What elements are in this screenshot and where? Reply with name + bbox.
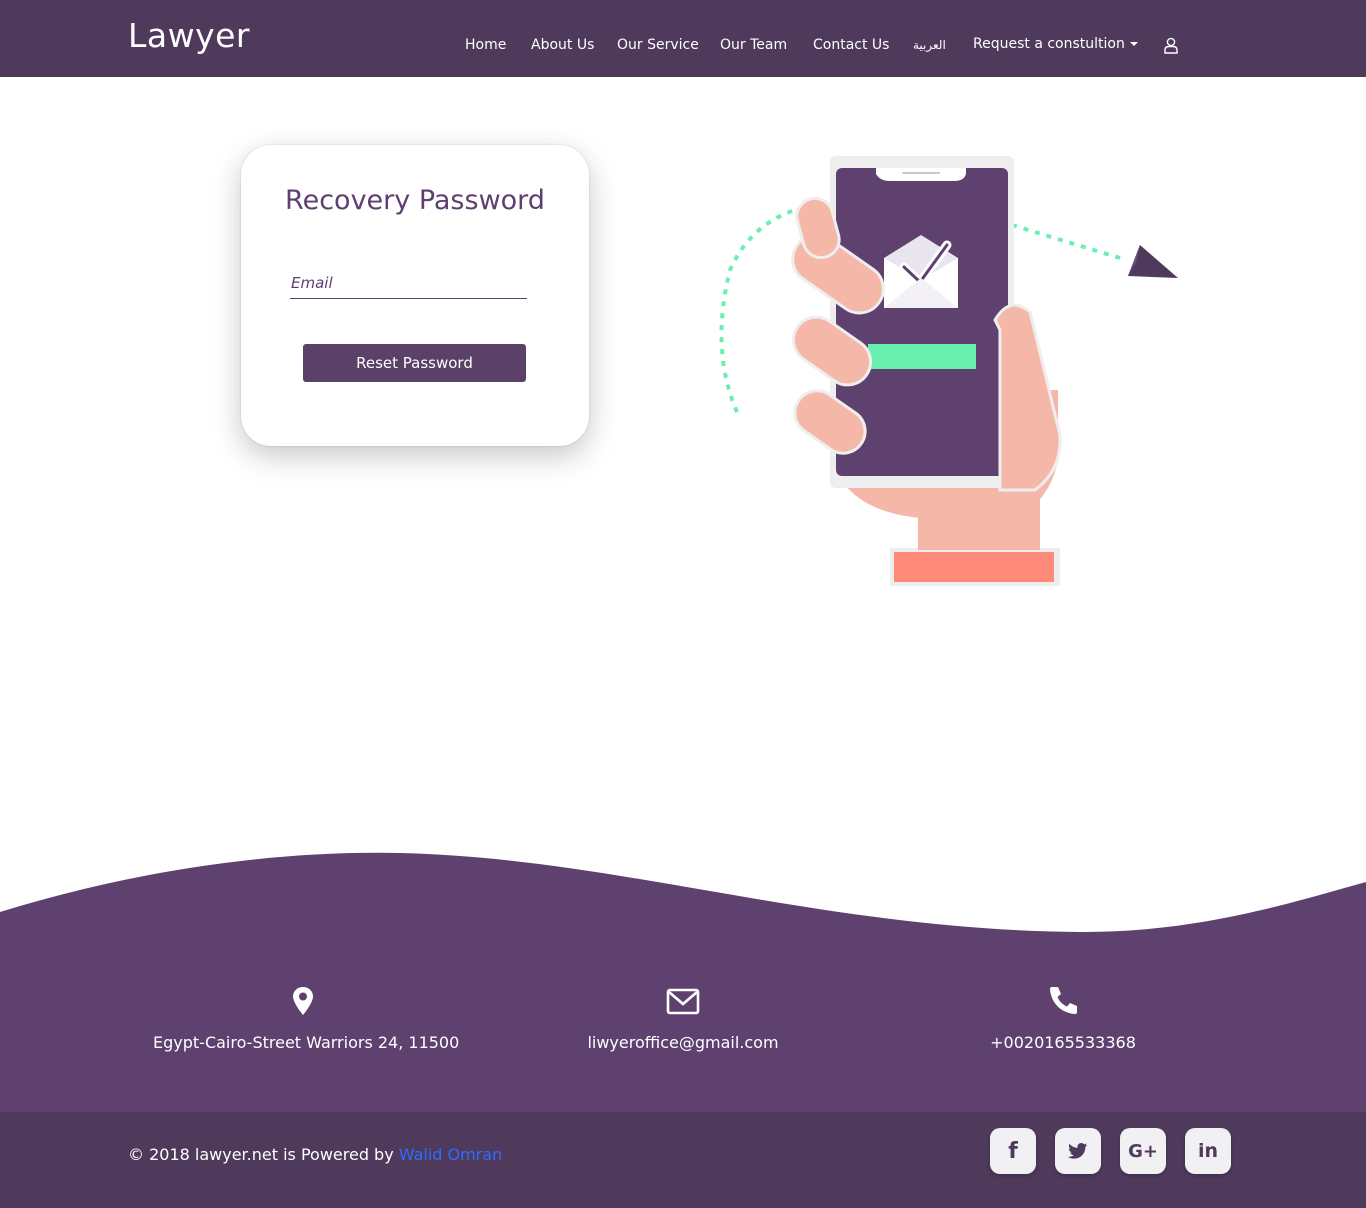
- google-plus-button[interactable]: G+: [1120, 1128, 1166, 1174]
- nav-home[interactable]: Home: [465, 37, 506, 53]
- linkedin-button[interactable]: in: [1185, 1128, 1231, 1174]
- address-text: Egypt-Cairo-Street Warriors 24, 11500: [153, 1033, 460, 1052]
- nav-arabic-language[interactable]: العربية: [913, 38, 946, 52]
- footer-wave-background: [0, 852, 1366, 1112]
- email-text: liwyeroffice@gmail.com: [587, 1033, 779, 1052]
- google-plus-icon: G+: [1128, 1140, 1158, 1162]
- footer-bottom-bar: © 2018 lawyer.net is Powered by Walid Om…: [0, 1112, 1366, 1208]
- phone-text: +0020165533368: [990, 1033, 1136, 1052]
- phone-in-hand-illustration: [719, 156, 1178, 586]
- map-marker-icon: [293, 987, 313, 1015]
- recovery-card: Recovery Password Reset Password: [241, 145, 589, 446]
- twitter-icon: [1068, 1143, 1088, 1159]
- email-field[interactable]: [290, 267, 527, 299]
- facebook-button[interactable]: f: [990, 1128, 1036, 1174]
- reset-password-button[interactable]: Reset Password: [303, 344, 526, 382]
- paper-plane-icon: [1128, 245, 1178, 278]
- copyright-prefix: © 2018 lawyer.net is Powered by: [128, 1145, 399, 1164]
- copyright-text: © 2018 lawyer.net is Powered by Walid Om…: [128, 1145, 502, 1164]
- phone-icon: [1050, 987, 1077, 1014]
- nav-about-us[interactable]: About Us: [531, 37, 594, 53]
- nav-our-service[interactable]: Our Service: [617, 37, 699, 53]
- linkedin-icon: in: [1197, 1140, 1219, 1162]
- envelope-icon: [666, 988, 700, 1015]
- navbar: Lawyer Home About Us Our Service Our Tea…: [0, 0, 1366, 77]
- caret-down-icon: [1129, 42, 1138, 46]
- nav-request-consultation-label: Request a constultion: [973, 36, 1125, 52]
- facebook-icon: f: [1008, 1138, 1018, 1164]
- nav-request-consultation-dropdown[interactable]: Request a constultion: [973, 36, 1138, 52]
- twitter-button[interactable]: [1055, 1128, 1101, 1174]
- card-title: Recovery Password: [285, 185, 545, 216]
- user-icon[interactable]: [1163, 37, 1179, 54]
- author-link[interactable]: Walid Omran: [399, 1145, 502, 1164]
- brand-logo[interactable]: Lawyer: [128, 16, 250, 55]
- nav-our-team[interactable]: Our Team: [720, 37, 787, 53]
- nav-contact-us[interactable]: Contact Us: [813, 37, 889, 53]
